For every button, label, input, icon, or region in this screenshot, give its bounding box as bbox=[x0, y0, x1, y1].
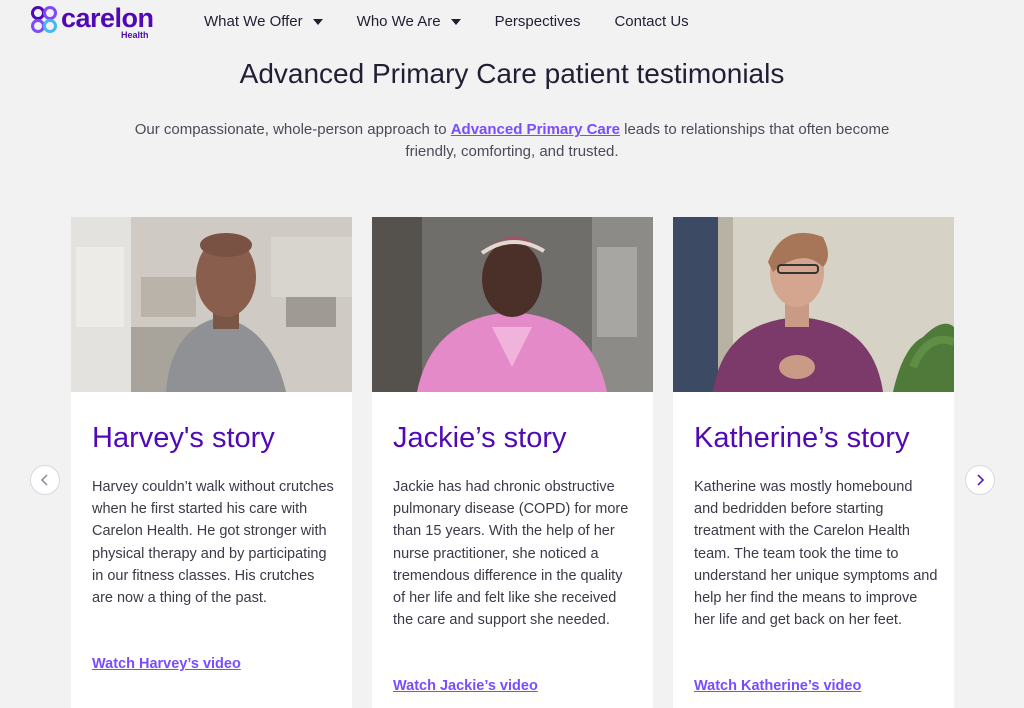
nav-what-we-offer[interactable]: What We Offer bbox=[204, 13, 323, 30]
intro-text-start: Our compassionate, whole-person approach… bbox=[134, 121, 451, 138]
nav-label: What We Offer bbox=[204, 13, 303, 30]
card-description: Harvey couldn’t walk without crutches wh… bbox=[92, 479, 334, 607]
harvey-photo[interactable] bbox=[71, 217, 352, 392]
card-title: Jackie’s story bbox=[393, 422, 567, 454]
caret-down-icon bbox=[450, 18, 461, 25]
logo-wordmark: carelon bbox=[61, 3, 154, 33]
testimonial-card-katherine: Katherine’s story Katherine was mostly h… bbox=[673, 217, 954, 708]
watch-katherine-video-link[interactable]: Watch Katherine’s video bbox=[694, 678, 861, 694]
page-title: Advanced Primary Care patient testimonia… bbox=[239, 58, 785, 89]
carelon-logo[interactable]: carelon Health bbox=[29, 3, 159, 41]
nav-perspectives[interactable]: Perspectives bbox=[495, 13, 581, 30]
advanced-primary-care-link[interactable]: Advanced Primary Care bbox=[451, 121, 620, 138]
nav-label: Who We Are bbox=[356, 13, 441, 30]
katherine-photo[interactable] bbox=[673, 217, 954, 392]
nav-who-we-are[interactable]: Who We Are bbox=[357, 13, 461, 30]
harvey-photo-image bbox=[71, 217, 352, 392]
main-nav: What We Offer Who We Are Perspectives Co… bbox=[204, 13, 723, 30]
jackie-photo-image bbox=[372, 217, 653, 392]
nav-contact-us[interactable]: Contact Us bbox=[614, 13, 688, 30]
nav-label: Contact Us bbox=[614, 13, 689, 30]
carousel-next-button[interactable] bbox=[965, 465, 995, 495]
watch-harvey-video-link[interactable]: Watch Harvey’s video bbox=[92, 656, 241, 672]
card-title: Harvey's story bbox=[92, 422, 275, 454]
testimonial-card-jackie: Jackie’s story Jackie has had chronic ob… bbox=[372, 217, 653, 708]
card-title: Katherine’s story bbox=[694, 422, 910, 454]
carousel-prev-button[interactable] bbox=[30, 465, 60, 495]
katherine-photo-image bbox=[673, 217, 954, 392]
chevron-left-icon bbox=[40, 474, 48, 486]
chevron-right-icon bbox=[977, 474, 985, 486]
site-header: carelon Health What We Offer Who We Are … bbox=[0, 0, 1024, 46]
watch-jackie-video-link[interactable]: Watch Jackie’s video bbox=[393, 678, 538, 694]
testimonial-card-harvey: Harvey's story Harvey couldn’t walk with… bbox=[71, 217, 352, 708]
logo-mark-icon bbox=[31, 6, 57, 33]
jackie-photo[interactable] bbox=[372, 217, 653, 392]
logo-subtitle: Health bbox=[121, 30, 149, 40]
nav-label: Perspectives bbox=[494, 13, 581, 30]
card-description: Katherine was mostly homebound and bedri… bbox=[694, 479, 938, 629]
caret-down-icon bbox=[312, 18, 323, 25]
intro-paragraph: Our compassionate, whole-person approach… bbox=[112, 119, 912, 163]
card-description: Jackie has had chronic obstructive pulmo… bbox=[393, 479, 629, 629]
